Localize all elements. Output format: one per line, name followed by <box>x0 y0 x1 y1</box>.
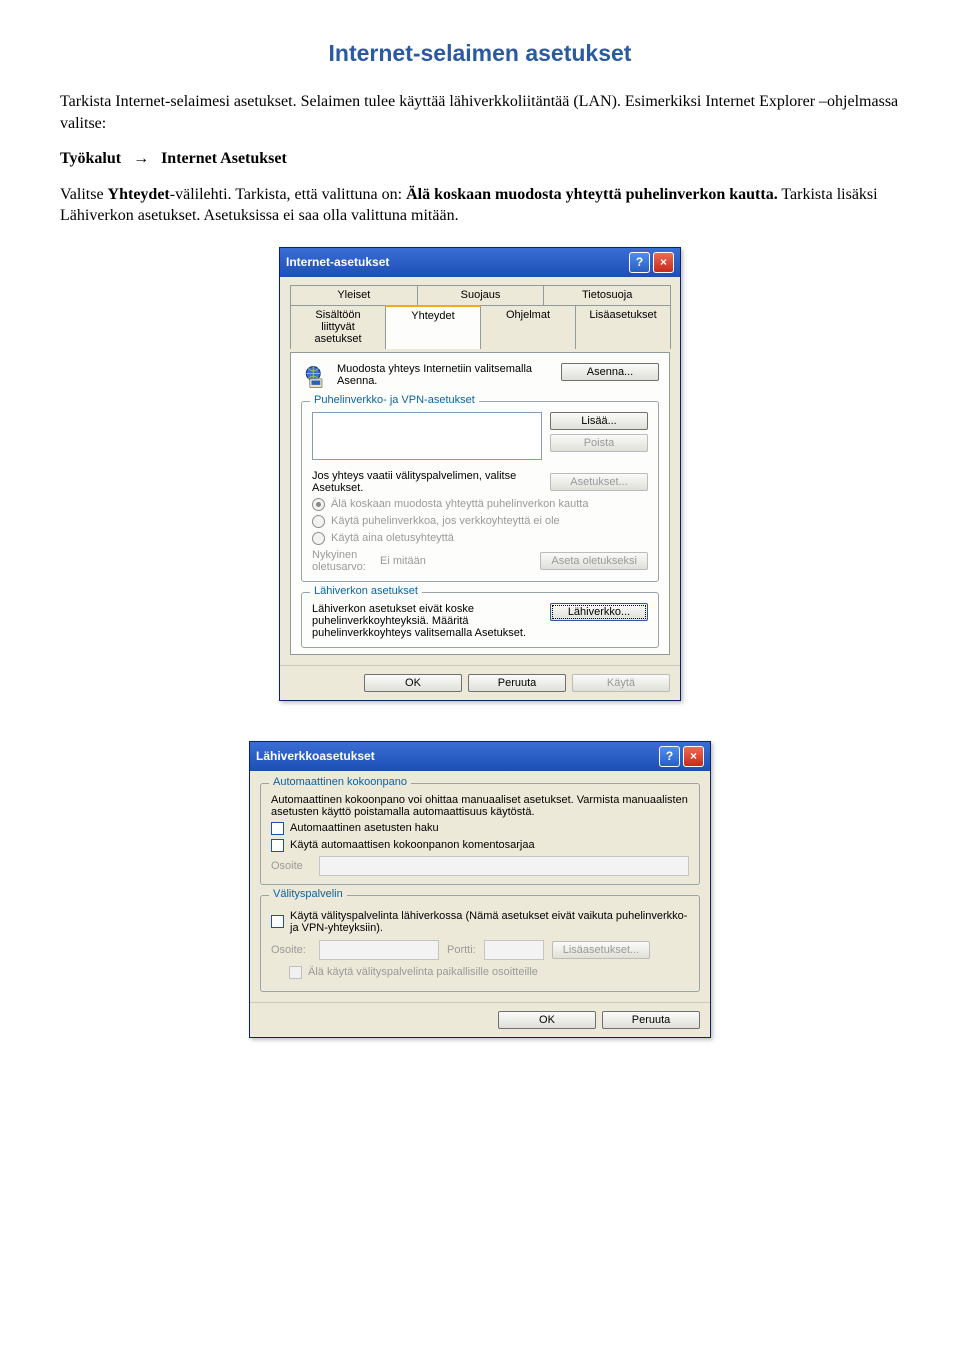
close-button[interactable]: × <box>653 252 674 273</box>
default-value: Ei mitään <box>380 555 532 567</box>
set-default-button[interactable]: Aseta oletukseksi <box>540 552 648 570</box>
default-label: Nykyinen oletusarvo: <box>312 549 372 573</box>
apply-button[interactable]: Käytä <box>572 674 670 692</box>
lan-text: Lähiverkon asetukset eivät koske puhelin… <box>312 603 542 639</box>
advanced-button[interactable]: Lisäasetukset... <box>552 941 650 959</box>
tab-lisaasetukset[interactable]: Lisäasetukset <box>575 305 671 349</box>
proxy-address-label: Osoite: <box>271 944 311 956</box>
tab-yhteydet[interactable]: Yhteydet <box>385 305 481 349</box>
install-button[interactable]: Asenna... <box>561 363 659 381</box>
chk-bypass-local[interactable]: Älä käytä välityspalvelinta paikallisill… <box>289 966 689 979</box>
page-title: Internet-selaimen asetukset <box>60 40 900 67</box>
tab-sisalto[interactable]: Sisältöön liittyvät asetukset <box>290 305 386 349</box>
tab-tietosuoja[interactable]: Tietosuoja <box>543 285 671 305</box>
auto-config-legend: Automaattinen kokoonpano <box>269 776 411 788</box>
lan-group-legend: Lähiverkon asetukset <box>310 585 422 597</box>
dialog-title: Lähiverkkoasetukset <box>256 749 375 763</box>
close-button[interactable]: × <box>683 746 704 767</box>
ok-button[interactable]: OK <box>364 674 462 692</box>
add-button[interactable]: Lisää... <box>550 412 648 430</box>
intro-paragraph-2: Valitse Yhteydet-välilehti. Tarkista, et… <box>60 184 900 227</box>
settings-button[interactable]: Asetukset... <box>550 473 648 491</box>
address-label: Osoite <box>271 860 311 872</box>
tab-yleiset[interactable]: Yleiset <box>290 285 418 305</box>
cancel-button[interactable]: Peruuta <box>602 1011 700 1029</box>
lan-button[interactable]: Lähiverkko... <box>550 603 648 621</box>
internet-settings-label: Internet Asetukset <box>161 150 287 167</box>
auto-config-text: Automaattinen kokoonpano voi ohittaa man… <box>271 794 689 818</box>
dialog-titlebar: Lähiverkkoasetukset ? × <box>250 742 710 771</box>
proxy-port-field[interactable] <box>484 940 544 960</box>
chk-auto-script[interactable]: Käytä automaattisen kokoonpanon komentos… <box>271 839 689 852</box>
lan-group: Lähiverkon asetukset Lähiverkon asetukse… <box>301 592 659 648</box>
dialog-title: Internet-asetukset <box>286 255 389 269</box>
radio-always-dial[interactable]: Käytä aina oletusyhteyttä <box>312 532 648 545</box>
proxy-address-field[interactable] <box>319 940 439 960</box>
connect-text: Muodosta yhteys Internetiin valitsemalla… <box>337 363 553 387</box>
radio-never-dial[interactable]: Älä koskaan muodosta yhteyttä puhelinver… <box>312 498 648 511</box>
auto-config-group: Automaattinen kokoonpano Automaattinen k… <box>260 783 700 885</box>
address-field[interactable] <box>319 856 689 876</box>
dialog-titlebar: Internet-asetukset ? × <box>280 248 680 277</box>
vpn-listbox[interactable] <box>312 412 542 460</box>
tab-suojaus[interactable]: Suojaus <box>417 285 545 305</box>
proxy-group: Välityspalvelin Käytä välityspalvelinta … <box>260 895 700 992</box>
tools-line: Työkalut → Internet Asetukset <box>60 148 900 170</box>
help-button[interactable]: ? <box>629 252 650 273</box>
vpn-group: Puhelinverkko- ja VPN-asetukset Lisää...… <box>301 401 659 582</box>
lan-settings-dialog: Lähiverkkoasetukset ? × Automaattinen ko… <box>249 741 711 1038</box>
chk-use-proxy[interactable]: Käytä välityspalvelinta lähiverkossa (Nä… <box>271 910 689 934</box>
proxy-port-label: Portti: <box>447 944 476 956</box>
remove-button[interactable]: Poista <box>550 434 648 452</box>
chk-auto-detect[interactable]: Automaattinen asetusten haku <box>271 822 689 835</box>
globe-icon <box>301 363 329 391</box>
proxy-hint: Jos yhteys vaatii välityspalvelimen, val… <box>312 470 542 494</box>
intro-paragraph-1: Tarkista Internet-selaimesi asetukset. S… <box>60 91 900 134</box>
tools-label: Työkalut <box>60 150 121 167</box>
ok-button[interactable]: OK <box>498 1011 596 1029</box>
tab-strip: Yleiset Suojaus Tietosuoja Sisältöön lii… <box>290 285 670 349</box>
proxy-legend: Välityspalvelin <box>269 888 347 900</box>
tab-ohjelmat[interactable]: Ohjelmat <box>480 305 576 349</box>
vpn-group-legend: Puhelinverkko- ja VPN-asetukset <box>310 394 479 406</box>
cancel-button[interactable]: Peruuta <box>468 674 566 692</box>
internet-options-dialog: Internet-asetukset ? × Yleiset Suojaus T… <box>279 247 681 701</box>
arrow-icon: → <box>133 150 149 167</box>
help-button[interactable]: ? <box>659 746 680 767</box>
radio-dial-when-no-net[interactable]: Käytä puhelinverkkoa, jos verkkoyhteyttä… <box>312 515 648 528</box>
